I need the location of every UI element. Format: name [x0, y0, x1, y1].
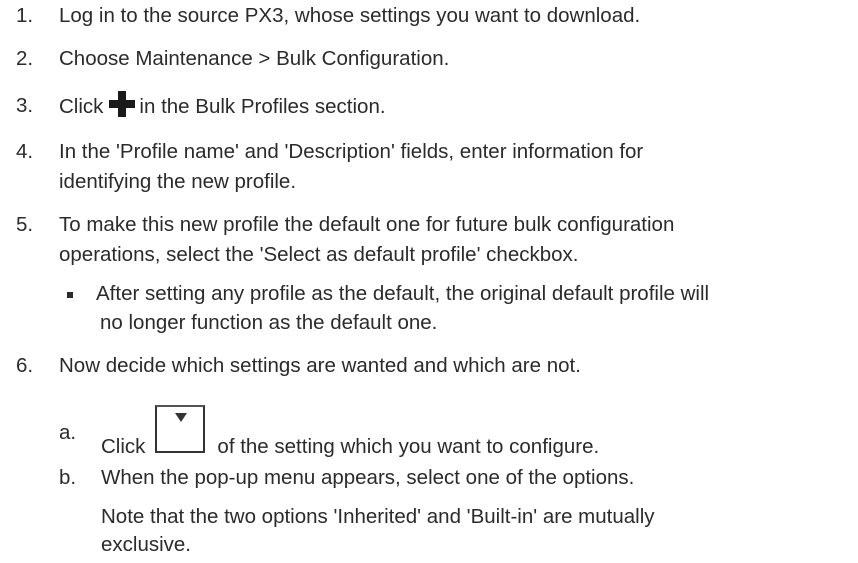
step-6a-post: of the setting which you want to configu…: [217, 435, 600, 458]
step-6a-letter: a.: [59, 421, 77, 444]
step-2-text: Choose Maintenance > Bulk Configuration.: [59, 47, 450, 70]
step-6b-text: When the pop-up menu appears, select one…: [101, 466, 635, 489]
step-1-text: Log in to the source PX3, whose settings…: [59, 4, 641, 27]
step-6a-pre: Click: [101, 435, 146, 458]
step-3-post: in the Bulk Profiles section.: [139, 95, 386, 118]
step-5-line-1: To make this new profile the default one…: [59, 213, 675, 236]
step-4-line-1: In the 'Profile name' and 'Description' …: [59, 140, 644, 163]
step-1-number: 1.: [16, 4, 34, 27]
step-6-text: Now decide which settings are wanted and…: [59, 354, 581, 377]
step-5-line-2: operations, select the 'Select as defaul…: [59, 243, 579, 266]
step-6-number: 6.: [16, 354, 34, 377]
step-5-note-line-1: After setting any profile as the default…: [96, 282, 710, 305]
step-5-number: 5.: [16, 213, 34, 236]
step-4-number: 4.: [16, 140, 34, 163]
step-6b-note-line-2: exclusive.: [101, 533, 192, 556]
step-6a-line: Click of the setting which you want to co…: [101, 405, 599, 471]
step-3-pre: Click: [59, 95, 104, 118]
step-4-line-2: identifying the new profile.: [59, 170, 297, 193]
step-5-note-line-2: no longer function as the default one.: [100, 311, 438, 334]
bullet-marker: [67, 292, 73, 298]
step-3-number: 3.: [16, 94, 34, 117]
step-2-number: 2.: [16, 47, 34, 70]
dropdown-arrow-icon: [155, 405, 206, 453]
step-3-line: Click in the Bulk Profiles section.: [59, 91, 386, 122]
plus-icon: [109, 91, 136, 117]
step-6b-letter: b.: [59, 466, 77, 489]
step-6b-note-line-1: Note that the two options 'Inherited' an…: [101, 505, 655, 528]
